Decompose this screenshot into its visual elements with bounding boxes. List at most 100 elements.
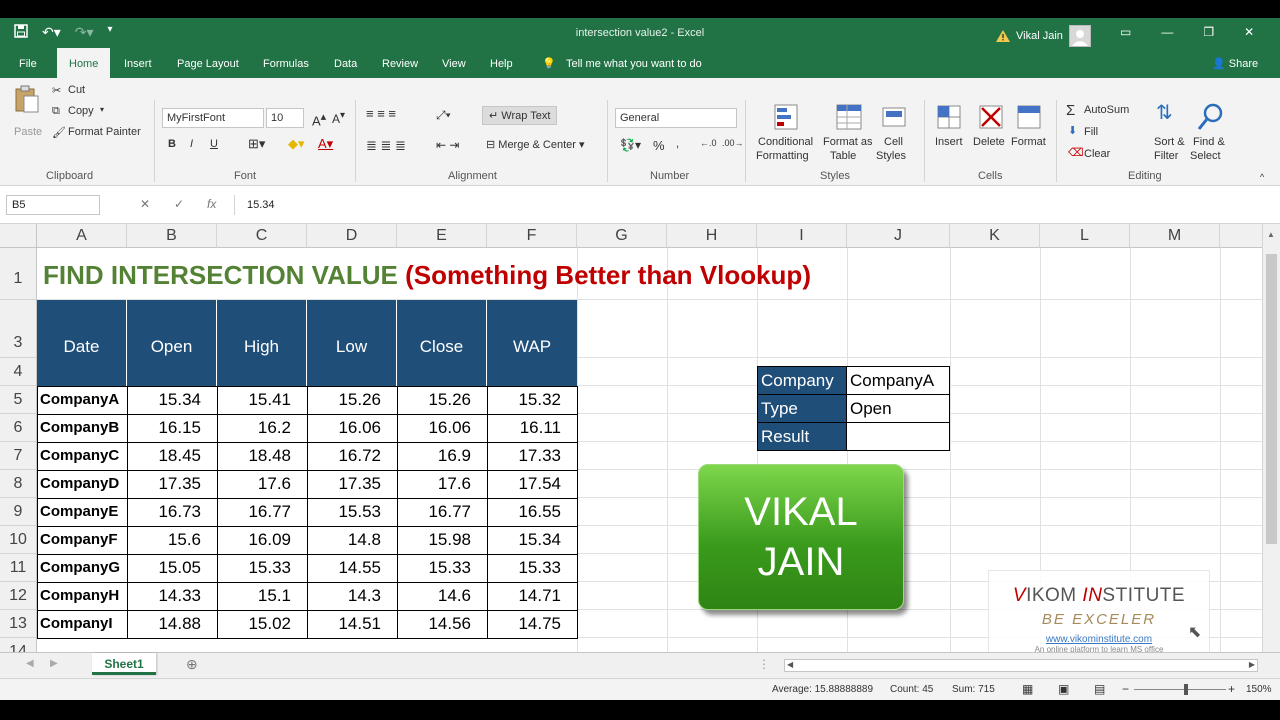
table-cell-value[interactable]: 15.05 <box>127 554 218 583</box>
ribbon-display-icon[interactable]: ▭ <box>1120 25 1131 39</box>
vikal-jain-button[interactable]: VIKAL JAIN <box>698 464 904 610</box>
table-cell-value[interactable]: 14.51 <box>307 610 398 639</box>
tab-help[interactable]: Help <box>490 48 513 78</box>
font-size-select[interactable]: 10 <box>266 108 304 128</box>
table-cell-value[interactable]: 15.02 <box>217 610 308 639</box>
zoom-in-icon[interactable]: + <box>1228 682 1235 696</box>
table-cell-value[interactable]: 14.55 <box>307 554 398 583</box>
merge-center-button[interactable]: ⊟ Merge & Center ▾ <box>486 138 585 151</box>
table-cell-company[interactable]: CompanyC <box>37 442 128 471</box>
row-header-10[interactable]: 10 <box>0 526 37 554</box>
company-value-cell[interactable]: CompanyA <box>846 366 950 395</box>
cut-button[interactable]: Cut <box>68 84 85 96</box>
type-value-cell[interactable]: Open <box>846 394 950 423</box>
table-header-low[interactable]: Low <box>307 300 397 394</box>
column-header-c[interactable]: C <box>217 224 307 248</box>
table-cell-value[interactable]: 15.26 <box>397 386 488 415</box>
table-cell-value[interactable]: 16.2 <box>217 414 308 443</box>
column-header-d[interactable]: D <box>307 224 397 248</box>
scroll-left-icon[interactable]: ◀ <box>787 660 793 669</box>
table-cell-value[interactable]: 16.73 <box>127 498 218 527</box>
column-header-l[interactable]: L <box>1040 224 1130 248</box>
decrease-font-icon[interactable]: A▾ <box>332 110 345 126</box>
cancel-icon[interactable]: ✕ <box>140 197 150 211</box>
table-cell-company[interactable]: CompanyA <box>37 386 128 415</box>
autosum-icon[interactable]: Σ <box>1066 102 1075 119</box>
delete-button[interactable]: Delete <box>973 136 1005 148</box>
page-break-view-icon[interactable]: ▤ <box>1094 682 1105 696</box>
tab-split-handle-icon[interactable]: ⋮ <box>758 657 770 671</box>
zoom-slider-thumb[interactable] <box>1184 684 1188 695</box>
table-cell-value[interactable]: 15.33 <box>487 554 578 583</box>
paste-button[interactable]: Paste <box>14 126 42 138</box>
column-header-g[interactable]: G <box>577 224 667 248</box>
column-header-j[interactable]: J <box>847 224 950 248</box>
currency-icon[interactable]: 💱▾ <box>620 138 641 152</box>
table-cell-value[interactable]: 14.75 <box>487 610 578 639</box>
table-header-open[interactable]: Open <box>127 300 217 394</box>
top-align-icon[interactable]: ≡ ≡ ≡ <box>366 106 396 121</box>
status-average[interactable]: Average: 15.88888889 <box>772 684 873 695</box>
table-cell-value[interactable]: 16.9 <box>397 442 488 471</box>
tab-insert[interactable]: Insert <box>124 48 152 78</box>
conditional-formatting-icon[interactable] <box>772 102 802 132</box>
copy-icon[interactable]: ⧉ <box>52 105 60 118</box>
table-cell-company[interactable]: CompanyH <box>37 582 128 611</box>
close-icon[interactable]: ✕ <box>1244 25 1254 39</box>
decrease-decimal-icon[interactable]: .00→ <box>722 138 744 148</box>
cut-icon[interactable]: ✂ <box>52 84 61 97</box>
type-label[interactable]: Type <box>757 394 847 423</box>
format-button[interactable]: Format <box>1011 136 1046 148</box>
spreadsheet-grid[interactable]: A B C D E F G H I J K L M 1 3 4 5 6 7 8 … <box>0 224 1262 670</box>
formula-input[interactable]: 15.34 <box>234 195 1264 215</box>
eraser-icon[interactable]: ⌫ <box>1068 146 1084 159</box>
table-cell-value[interactable]: 15.34 <box>487 526 578 555</box>
enter-icon[interactable]: ✓ <box>174 197 184 211</box>
table-cell-value[interactable]: 17.54 <box>487 470 578 499</box>
format-as-table-icon[interactable] <box>834 102 864 132</box>
table-cell-company[interactable]: CompanyI <box>37 610 128 639</box>
italic-button[interactable]: I <box>190 138 193 150</box>
table-cell-company[interactable]: CompanyE <box>37 498 128 527</box>
table-cell-value[interactable]: 16.06 <box>307 414 398 443</box>
scroll-up-icon[interactable]: ▲ <box>1267 230 1275 239</box>
row-header-3[interactable]: 3 <box>0 300 37 358</box>
row-header-6[interactable]: 6 <box>0 414 37 442</box>
paste-icon[interactable] <box>12 84 42 114</box>
table-cell-value[interactable]: 14.71 <box>487 582 578 611</box>
tell-me-box[interactable]: Tell me what you want to do <box>566 48 702 78</box>
format-painter-button[interactable]: Format Painter <box>68 126 141 138</box>
tab-view[interactable]: View <box>442 48 466 78</box>
table-cell-value[interactable]: 16.15 <box>127 414 218 443</box>
table-cell-company[interactable]: CompanyD <box>37 470 128 499</box>
chevron-down-icon[interactable]: ▾ <box>100 105 104 114</box>
insert-function-button[interactable]: fx <box>207 197 216 211</box>
insert-cells-icon[interactable] <box>934 102 964 132</box>
number-format-select[interactable]: General <box>615 108 737 128</box>
tab-data[interactable]: Data <box>334 48 357 78</box>
fill-icon[interactable]: ⬇ <box>1068 124 1077 137</box>
page-layout-view-icon[interactable]: ▣ <box>1058 682 1069 696</box>
font-name-select[interactable]: MyFirstFont <box>162 108 264 128</box>
orientation-icon[interactable]: ⤢▾ <box>436 108 451 123</box>
table-cell-value[interactable]: 17.6 <box>397 470 488 499</box>
format-painter-icon[interactable]: 🖌 <box>52 126 66 139</box>
column-header-b[interactable]: B <box>127 224 217 248</box>
underline-button[interactable]: U <box>210 138 218 150</box>
find-select-button[interactable]: Find & <box>1193 136 1225 148</box>
format-cells-icon[interactable] <box>1014 102 1044 132</box>
cell-styles-button[interactable]: Cell <box>884 136 903 148</box>
table-cell-value[interactable]: 14.8 <box>307 526 398 555</box>
row-header-4[interactable]: 4 <box>0 358 37 386</box>
table-cell-value[interactable]: 14.3 <box>307 582 398 611</box>
collapse-ribbon-icon[interactable]: ^ <box>1260 172 1264 182</box>
table-cell-value[interactable]: 16.06 <box>397 414 488 443</box>
vertical-scroll-thumb[interactable] <box>1266 254 1277 544</box>
copy-button[interactable]: Copy <box>68 105 94 117</box>
insert-button[interactable]: Insert <box>935 136 963 148</box>
table-cell-value[interactable]: 16.72 <box>307 442 398 471</box>
table-cell-value[interactable]: 14.56 <box>397 610 488 639</box>
result-label[interactable]: Result <box>757 422 847 451</box>
table-cell-value[interactable]: 17.33 <box>487 442 578 471</box>
result-value-cell[interactable] <box>846 422 950 451</box>
